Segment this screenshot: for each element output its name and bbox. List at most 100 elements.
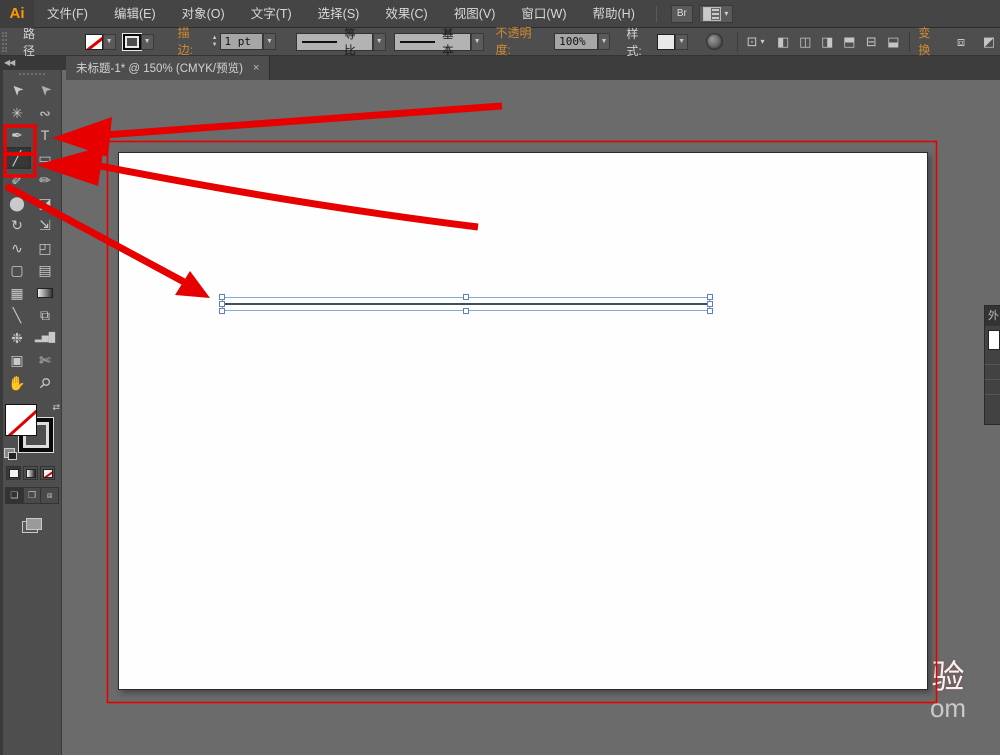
free-transform-tool[interactable]: ◰ [31,237,59,260]
opacity-panel-link[interactable]: 不透明度: [495,24,547,59]
horizontal-align-center-icon[interactable]: ◫ [794,32,816,52]
line-segment-tool[interactable]: ╱ [3,146,31,169]
menu-edit[interactable]: 编辑(E) [101,0,169,28]
gradient-button[interactable] [23,466,38,480]
blob-brush-tool[interactable]: ⬤ [3,192,31,215]
gradient-tool[interactable] [31,282,59,305]
document-tab-bar: 未标题-1* @ 150% (CMYK/预览) × [66,56,1000,80]
chevron-down-icon[interactable]: ▼ [102,33,116,50]
brush-definition-dropdown[interactable]: 基本 [393,29,471,57]
document-tab[interactable]: 未标题-1* @ 150% (CMYK/预览) × [66,56,271,80]
lasso-tool[interactable]: ∾ [31,102,59,125]
tools-panel-grip[interactable] [19,73,45,75]
menu-select[interactable]: 选择(S) [305,0,373,28]
color-swatch-icon [8,468,19,478]
scale-tool[interactable]: ⇲ [31,214,59,237]
stepper-down-icon[interactable]: ▼ [212,42,218,49]
stroke-weight-dropdown[interactable]: ▼ [263,33,276,50]
mesh-tool[interactable]: ▦ [3,282,31,305]
width-tool[interactable]: ∿ [3,237,31,260]
opacity-dropdown[interactable]: ▼ [597,33,611,50]
menu-type[interactable]: 文字(T) [238,0,305,28]
slice-tool[interactable]: ✄ [31,349,59,372]
eyedropper-tool[interactable]: ╲ [3,304,31,327]
align-to-dropdown[interactable]: ⊡ ▾ [743,32,769,52]
menu-items: 文件(F) 编辑(E) 对象(O) 文字(T) 选择(S) 效果(C) 视图(V) 窗口(W)… [34,0,648,28]
shape-builder-tool[interactable]: ▢ [3,259,31,282]
default-fill-stroke-icon[interactable] [4,448,17,460]
stroke-weight-stepper[interactable]: ▲ ▼ [212,33,218,51]
stepper-up-icon[interactable]: ▲ [212,35,218,42]
fill-stroke-cluster: ⇄ [4,402,60,460]
column-graph-tool[interactable]: ▂▅█ [31,327,59,350]
pencil-tool[interactable]: ✏ [31,169,59,192]
transform-panel-link[interactable]: 变换 [918,24,942,59]
menu-effect[interactable]: 效果(C) [372,0,440,28]
style-swatch[interactable] [657,33,676,50]
menubar-divider [655,5,657,22]
paintbrush-tool[interactable]: ✐ [3,169,31,192]
chevron-down-icon[interactable]: ▼ [372,32,386,51]
swap-fill-stroke-icon[interactable]: ⇄ [52,402,60,413]
perspective-grid-tool[interactable]: ▤ [31,259,59,282]
draw-behind-mode[interactable]: ❒ [23,488,42,503]
none-button[interactable] [40,466,55,480]
draw-inside-mode[interactable]: ⧈ [41,488,59,503]
annotation-arrow-pen [52,102,503,157]
eraser-tool[interactable]: ◪ [31,192,59,215]
chevron-down-icon[interactable]: ▼ [470,32,484,51]
menu-help[interactable]: 帮助(H) [580,0,648,28]
vertical-align-top-icon[interactable]: ⬒ [838,32,860,52]
draw-normal-mode[interactable]: ❑ [6,488,24,503]
type-tool[interactable]: T [31,124,59,147]
panel-row-divider [985,364,1000,365]
horizontal-align-left-icon[interactable]: ◧ [772,32,794,52]
blend-tool[interactable]: ⧉ [31,304,59,327]
partial-floating-panel[interactable]: 外 [984,305,1000,425]
stroke-panel-link[interactable]: 描边: [177,24,205,59]
color-button[interactable] [6,466,21,480]
stroke-weight-input[interactable]: 1 pt [219,33,264,50]
menu-file[interactable]: 文件(F) [34,0,101,28]
opacity-input[interactable]: 100% [554,33,598,50]
stroke-color-control[interactable]: ▼ [122,33,154,50]
brush-value: 基本 [442,28,454,57]
artboard-tool[interactable]: ▣ [3,349,31,372]
recolor-artwork-icon[interactable] [705,33,723,50]
direct-selection-tool[interactable]: ➤ [31,79,59,102]
watermark-suffix: om [929,693,967,723]
artboard[interactable] [118,152,928,690]
fill-none-swatch [84,33,103,50]
tools-dock-collapse[interactable]: ◀◀ [0,56,66,70]
screen-mode-icon[interactable] [22,518,42,533]
width-profile-dropdown[interactable]: 等比 [295,29,373,57]
paint-buttons [6,466,58,480]
vertical-align-center-icon[interactable]: ⊟ [860,32,882,52]
style-dropdown[interactable]: ▼ [675,33,688,50]
pen-tool[interactable]: ✒ [3,124,31,147]
hand-tool[interactable]: ✋ [3,372,31,395]
rotate-tool[interactable]: ↻ [3,214,31,237]
context-label: 路径 [22,26,35,58]
selection-tool[interactable]: ➤ [3,79,31,102]
horizontal-align-right-icon[interactable]: ◨ [816,32,838,52]
close-icon[interactable]: × [253,62,259,74]
workspace-layout-icon [703,6,722,21]
workspace-button[interactable]: ▾ [698,4,733,23]
chevron-down-icon[interactable]: ▼ [140,33,154,50]
bounding-box-icon[interactable]: ⧈ [950,32,972,52]
control-bar-grip[interactable] [2,31,7,52]
symbol-sprayer-tool[interactable]: ❉ [3,327,31,350]
profile-line-icon [301,40,338,43]
bridge-button[interactable]: Br [670,4,693,23]
fill-indicator[interactable] [5,404,37,436]
rectangle-tool[interactable]: ▭ [31,147,59,170]
arrow-shape-icon[interactable]: ◩ [978,32,1000,52]
vertical-align-bottom-icon[interactable]: ⬓ [882,32,904,52]
profile-value: 等比 [344,28,356,57]
fill-control[interactable]: ▼ [84,33,116,50]
magic-wand-tool[interactable]: ✳ [3,102,31,125]
collapse-panel-icon: ◀◀ [4,58,15,67]
stroke-swatch [122,33,141,50]
zoom-tool[interactable]: ⚲ [31,372,59,395]
